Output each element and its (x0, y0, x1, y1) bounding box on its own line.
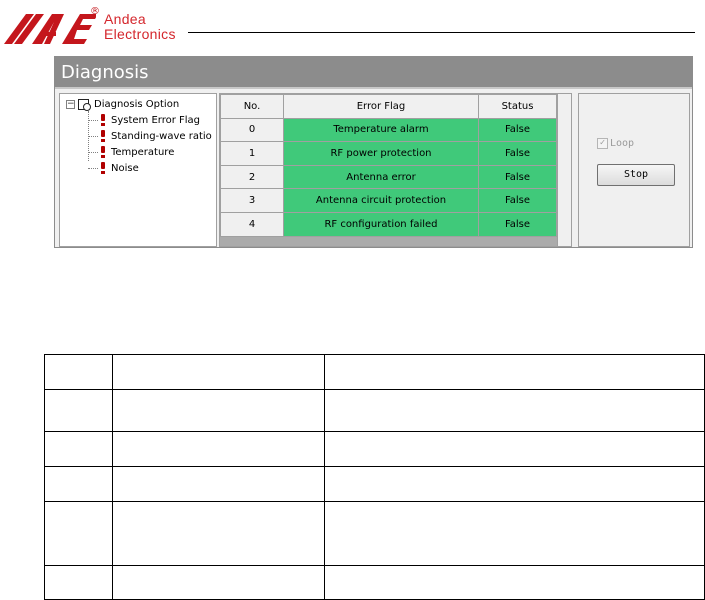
table-cell (324, 565, 705, 600)
alert-icon (99, 114, 107, 126)
tree-item-temperature[interactable]: Temperature (88, 145, 174, 159)
table-row (44, 431, 705, 467)
cell-error-flag: RF configuration failed (283, 211, 479, 237)
table-cell (112, 431, 325, 467)
cell-error-flag: Antenna circuit protection (283, 188, 479, 213)
window-title: Diagnosis (55, 57, 692, 89)
cell-error-flag: Temperature alarm (283, 117, 479, 143)
cell-status: False (478, 211, 557, 237)
table-row (44, 389, 705, 432)
loop-label: Loop (610, 138, 635, 149)
diagnosis-tree: − Diagnosis Option System Error Flag Sta… (59, 93, 217, 247)
table-cell (112, 501, 325, 566)
column-header-no[interactable]: No. (220, 94, 284, 119)
tree-root-diagnosis-option[interactable]: − Diagnosis Option (66, 97, 179, 111)
settings-node-icon (78, 98, 91, 111)
table-row (44, 501, 705, 566)
header-divider (188, 32, 695, 33)
blank-document-table (44, 354, 705, 600)
brand-name-line1: Andea (104, 11, 146, 27)
cell-status: False (478, 188, 557, 213)
cell-no: 1 (220, 141, 284, 166)
table-row[interactable]: 3 Antenna circuit protection False (220, 188, 557, 213)
cell-no: 3 (220, 188, 284, 213)
cell-error-flag: RF power protection (283, 141, 479, 166)
table-cell (324, 389, 705, 432)
control-panel: ✓ Loop Stop (578, 93, 690, 247)
cell-no: 2 (220, 164, 284, 190)
table-cell (324, 431, 705, 467)
alert-icon (99, 146, 107, 158)
table-cell (44, 501, 113, 566)
table-cell (324, 354, 705, 390)
alert-icon (99, 162, 107, 174)
column-header-error-flag[interactable]: Error Flag (283, 94, 479, 119)
registered-mark: ® (90, 6, 100, 17)
table-row[interactable]: 0 Temperature alarm False (220, 117, 557, 143)
table-cell (44, 466, 113, 502)
cell-no: 0 (220, 117, 284, 143)
grid-right-gutter (557, 94, 571, 246)
column-header-status[interactable]: Status (478, 94, 557, 119)
table-cell (112, 354, 325, 390)
cell-no: 4 (220, 211, 284, 237)
cell-error-flag: Antenna error (283, 164, 479, 190)
cell-status: False (478, 141, 557, 166)
table-cell (44, 565, 113, 600)
checkmark-icon[interactable]: ✓ (597, 138, 608, 149)
stop-button[interactable]: Stop (597, 164, 675, 186)
table-row (44, 354, 705, 390)
collapse-icon[interactable]: − (66, 99, 75, 109)
table-row[interactable]: 4 RF configuration failed False (220, 211, 557, 237)
andea-logo-icon (4, 14, 96, 44)
alert-icon (99, 130, 107, 142)
error-flag-grid: No. Error Flag Status 0 Temperature alar… (219, 93, 572, 247)
loop-checkbox[interactable]: ✓ Loop (597, 138, 634, 149)
tree-item-noise[interactable]: Noise (88, 161, 139, 175)
table-row[interactable]: 2 Antenna error False (220, 164, 557, 190)
table-cell (44, 389, 113, 432)
tree-item-label: System Error Flag (111, 114, 201, 126)
table-cell (112, 565, 325, 600)
table-cell (324, 501, 705, 566)
tree-item-label: Temperature (111, 146, 175, 158)
tree-item-system-error-flag[interactable]: System Error Flag (88, 113, 200, 127)
table-row[interactable]: 1 RF power protection False (220, 141, 557, 166)
table-cell (44, 354, 113, 390)
table-cell (112, 466, 325, 502)
brand-name-line2: Electronics (104, 26, 176, 42)
cell-status: False (478, 164, 557, 190)
diagnosis-window: Diagnosis − Diagnosis Option System Erro… (54, 56, 693, 248)
table-cell (44, 431, 113, 467)
brand-name: Andea Electronics (104, 12, 176, 42)
tree-root-label: Diagnosis Option (94, 98, 180, 110)
tree-item-standing-wave-ratio[interactable]: Standing-wave ratio (88, 129, 212, 143)
table-cell (112, 389, 325, 432)
tree-item-label: Noise (111, 162, 139, 174)
table-cell (324, 466, 705, 502)
table-row (44, 565, 705, 600)
cell-status: False (478, 117, 557, 143)
table-row (44, 466, 705, 502)
tree-item-label: Standing-wave ratio (111, 130, 212, 142)
error-flag-table: No. Error Flag Status 0 Temperature alar… (220, 94, 557, 237)
